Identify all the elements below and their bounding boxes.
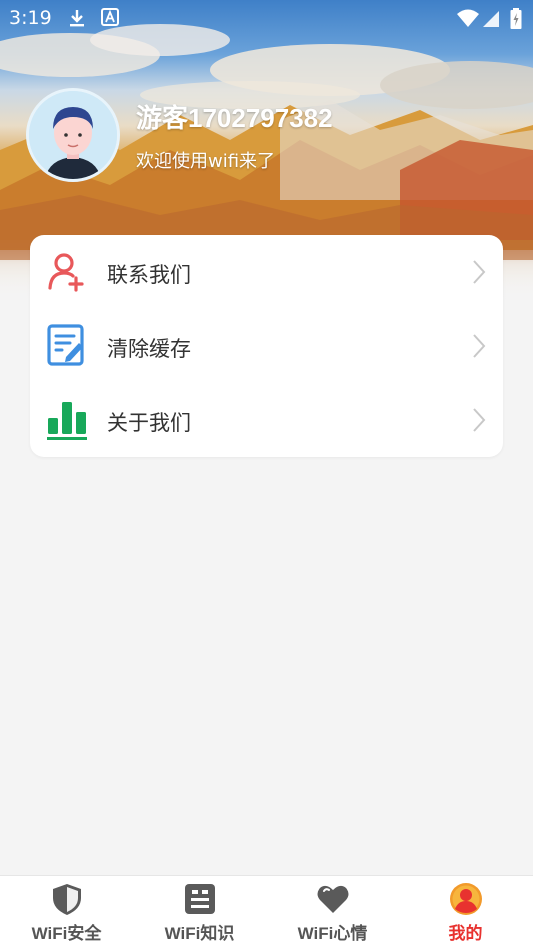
edit-document-icon xyxy=(47,324,84,366)
shield-icon xyxy=(52,884,81,915)
menu-card: 联系我们 清除缓存 关于我们 xyxy=(30,235,503,457)
tab-wifi-knowledge[interactable]: WiFi知识 xyxy=(133,876,266,949)
menu-item-about-us[interactable]: 关于我们 xyxy=(30,383,503,457)
welcome-text: 欢迎使用wifi来了 xyxy=(136,151,276,172)
menu-item-label: 联系我们 xyxy=(107,263,191,287)
bar-chart-icon xyxy=(47,402,87,440)
nav-label: WiFi心情 xyxy=(297,924,368,943)
chevron-right-icon xyxy=(473,260,486,284)
add-contact-icon xyxy=(48,253,84,292)
chevron-right-icon xyxy=(473,334,486,358)
nav-label: 我的 xyxy=(448,924,483,943)
status-time: 3:19 xyxy=(9,7,52,29)
menu-item-label: 关于我们 xyxy=(107,411,191,435)
menu-item-label: 清除缓存 xyxy=(107,337,191,361)
notebook-icon xyxy=(184,884,215,914)
bottom-nav: WiFi安全 WiFi知识 WiFi心情 我的 xyxy=(0,875,533,949)
battery-icon xyxy=(510,8,522,29)
menu-item-contact-us[interactable]: 联系我们 xyxy=(30,235,503,309)
tab-mine[interactable]: 我的 xyxy=(399,876,532,949)
nav-label: WiFi知识 xyxy=(164,924,235,943)
tab-wifi-security[interactable]: WiFi安全 xyxy=(0,876,133,949)
nav-label: WiFi安全 xyxy=(31,924,102,943)
download-icon xyxy=(70,10,84,27)
signal-icon xyxy=(483,11,499,27)
avatar[interactable] xyxy=(26,88,120,182)
chevron-right-icon xyxy=(473,408,486,432)
status-bar: 3:19 xyxy=(0,0,533,36)
heart-icon xyxy=(317,885,348,913)
wifi-icon xyxy=(457,9,479,27)
username: 游客1702797382 xyxy=(136,103,333,133)
menu-item-clear-cache[interactable]: 清除缓存 xyxy=(30,309,503,383)
profile-icon xyxy=(449,883,482,915)
tab-wifi-mood[interactable]: WiFi心情 xyxy=(266,876,399,949)
user-avatar-icon xyxy=(29,91,117,179)
a-badge-icon xyxy=(101,8,119,26)
